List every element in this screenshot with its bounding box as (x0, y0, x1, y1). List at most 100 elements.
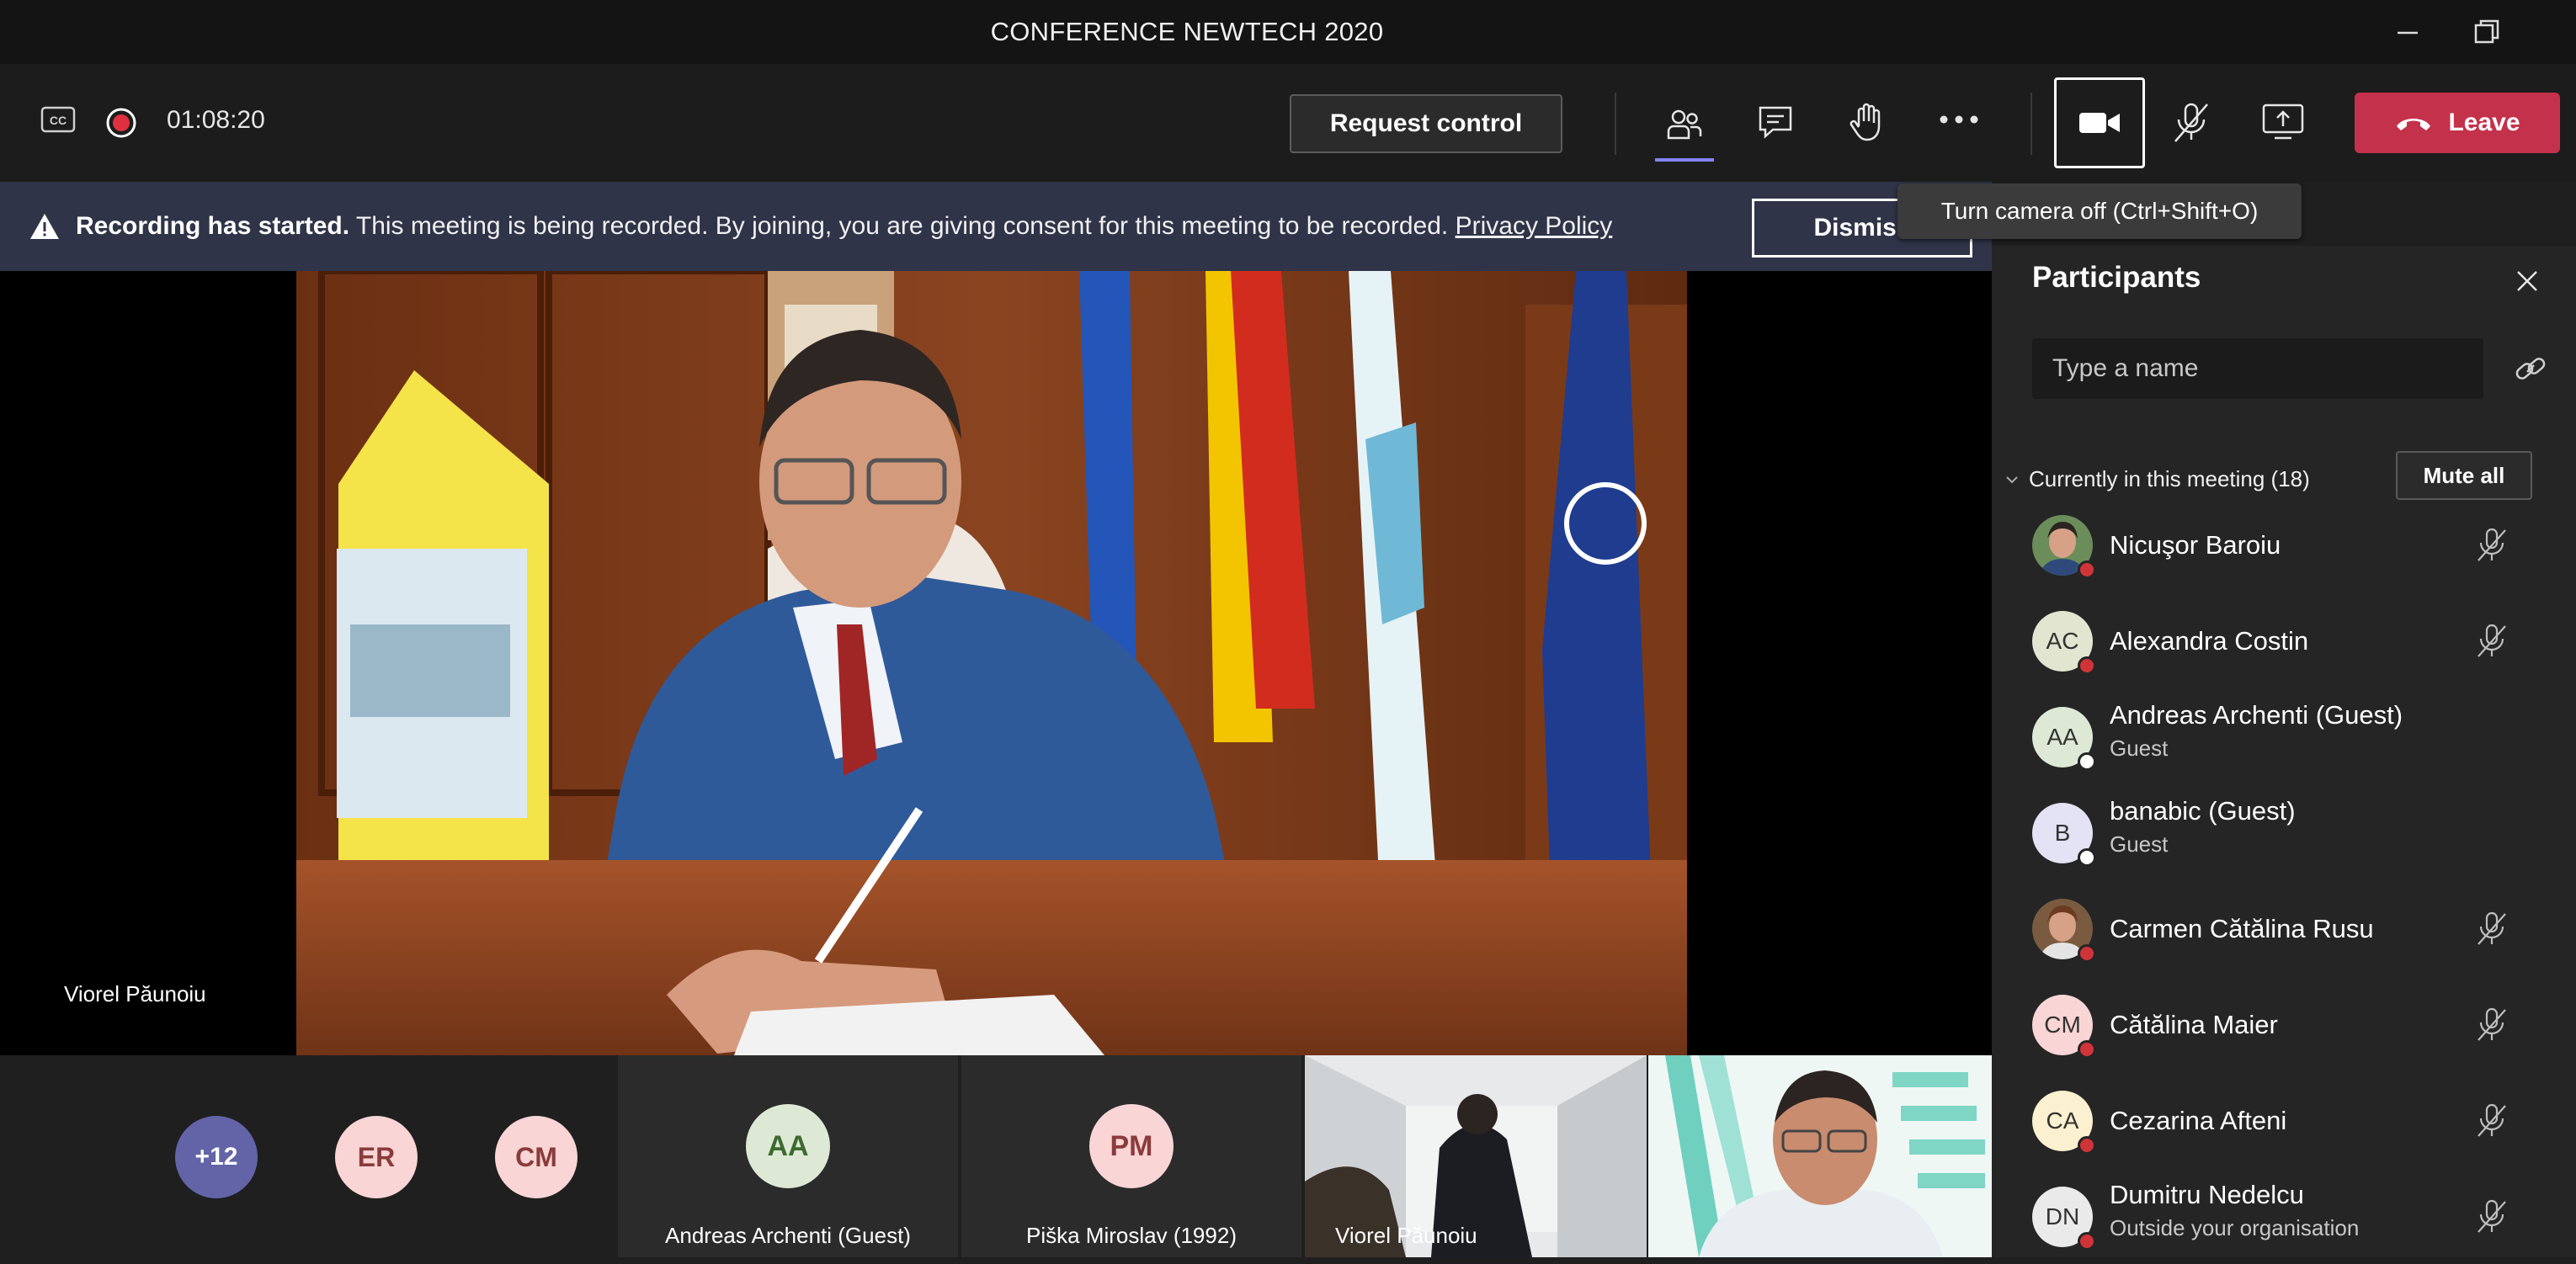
status-busy-icon (2078, 656, 2096, 675)
participant-mute-button[interactable] (2475, 911, 2509, 948)
participant-row[interactable]: AA Andreas Archenti (Guest) Guest (1992, 690, 2576, 784)
leave-button[interactable]: Leave (2355, 93, 2560, 153)
mic-off-icon (2174, 103, 2208, 142)
participant-row[interactable]: Carmen Cătălina Rusu (1992, 882, 2576, 976)
meeting-toolbar: CC 01:08:20 Request control Leave (0, 64, 2576, 182)
hang-up-icon (2397, 119, 2431, 130)
speaker-name-label: Viorel Păunoiu (64, 981, 206, 1006)
toolbar-divider (1615, 93, 1616, 155)
participant-subtitle: Guest (2110, 736, 2169, 761)
captions-button[interactable]: CC (40, 106, 76, 133)
participant-row[interactable]: Bbanabic (Guest) Guest (1992, 786, 2576, 880)
in-meeting-section-header[interactable]: Currently in this meeting (18) (2005, 466, 2310, 492)
microphone-toggle-button[interactable] (2170, 101, 2212, 145)
restore-button[interactable] (2453, 0, 2520, 64)
participant-name: Dumitru Nedelcu (2110, 1180, 2304, 1209)
restore-icon (2474, 19, 2499, 44)
close-icon (2517, 271, 2537, 291)
section-label: Currently in this meeting (18) (2029, 466, 2310, 491)
participant-subtitle: Outside your organisation (2110, 1215, 2360, 1240)
toolbar-divider (2030, 93, 2032, 155)
participant-tile-name: Viorel Păunoiu (1335, 1223, 1477, 1248)
svg-text:CC: CC (50, 114, 67, 127)
participant-avatar-er[interactable]: ER (335, 1116, 418, 1198)
participant-name: banabic (Guest) (2110, 796, 2296, 826)
recording-banner: Recording has started. This meeting is b… (0, 182, 1992, 271)
camera-toggle-button[interactable] (2054, 77, 2145, 168)
participant-row[interactable]: DN Dumitru Nedelcu Outside your organisati… (1992, 1170, 2576, 1264)
speaker-video-frame (296, 271, 1687, 1055)
mic-off-icon (2478, 1007, 2506, 1041)
participant-tile-aa[interactable]: AA Andreas Archenti (Guest) (618, 1055, 958, 1257)
participants-icon (1667, 109, 1702, 140)
participant-avatar-cm[interactable]: CM (495, 1116, 577, 1198)
meeting-timer: 01:08:20 (167, 106, 265, 134)
self-view-video (1648, 1055, 1992, 1257)
self-view-tile[interactable] (1648, 1055, 1992, 1257)
mute-all-button[interactable]: Mute all (2396, 451, 2532, 500)
close-panel-button[interactable] (2510, 264, 2544, 298)
recording-message: Recording has started. This meeting is b… (76, 182, 1612, 271)
participant-mute-button[interactable] (2475, 623, 2509, 660)
participant-name: Carmen Cătălina Rusu (2110, 914, 2374, 943)
title-bar: CONFERENCE NEWTECH 2020 (0, 0, 2576, 64)
participant-row[interactable]: AC Alexandra Costin (1992, 594, 2576, 688)
more-actions-button[interactable] (1938, 111, 1980, 128)
mic-off-icon (2478, 624, 2506, 657)
participant-name: Cătălina Maier (2110, 1010, 2278, 1039)
captions-icon: CC (40, 106, 76, 133)
record-icon (106, 108, 136, 138)
link-icon (2515, 358, 2546, 380)
show-participants-button[interactable] (1655, 99, 1714, 150)
mic-off-icon (2478, 1103, 2506, 1137)
participant-mute-button[interactable] (2475, 1198, 2509, 1235)
participant-tile-name: Andreas Archenti (Guest) (665, 1223, 911, 1248)
minimize-icon (2398, 31, 2418, 35)
mic-off-icon (2478, 528, 2506, 561)
minimize-button[interactable] (2374, 0, 2441, 64)
share-invite-button[interactable] (2514, 353, 2547, 384)
chat-icon (1759, 106, 1792, 139)
leave-label: Leave (2448, 109, 2520, 136)
participant-mute-button[interactable] (2475, 527, 2509, 564)
participant-search-input[interactable] (2032, 338, 2483, 399)
more-icon (1940, 115, 1978, 124)
participant-name: Nicuşor Baroiu (2110, 530, 2281, 560)
warning-icon (30, 214, 59, 239)
participant-initials: B (2054, 820, 2071, 846)
participant-strip: +12 ER CM AA Andreas Archenti (Guest) PM… (0, 1055, 1992, 1257)
participant-name: Andreas Archenti (Guest) (2110, 700, 2403, 730)
participant-mute-button[interactable] (2475, 1006, 2509, 1044)
mic-off-icon (2478, 1199, 2506, 1233)
show-conversation-button[interactable] (1756, 103, 1795, 141)
status-offline-icon (2078, 848, 2096, 867)
participants-panel: Participants Currently in this meeting (… (1992, 246, 2576, 1257)
status-offline-icon (2078, 752, 2096, 771)
participant-tile-video[interactable]: Viorel Păunoiu (1305, 1055, 1647, 1257)
recording-text: This meeting is being recorded. By joini… (349, 212, 1456, 240)
camera-icon (2079, 113, 2120, 133)
participant-initials: AA (2046, 724, 2078, 750)
main-video-stage: Viorel Păunoiu (0, 271, 1992, 1055)
participants-active-indicator (1655, 158, 1714, 162)
raise-hand-button[interactable] (1847, 101, 1887, 143)
participant-row[interactable]: CM Cătălina Maier (1992, 978, 2576, 1072)
chevron-down-icon (2006, 475, 2018, 483)
overflow-participants-bubble[interactable]: +12 (175, 1116, 258, 1198)
privacy-policy-link[interactable]: Privacy Policy (1456, 212, 1613, 240)
status-busy-icon (2078, 560, 2096, 579)
participant-tile-pm[interactable]: PM Piška Miroslav (1992) (961, 1055, 1301, 1257)
participant-initials: CA (2046, 1107, 2079, 1134)
recording-title: Recording has started. (76, 212, 350, 240)
request-control-button[interactable]: Request control (1290, 94, 1562, 153)
recording-indicator (104, 106, 138, 140)
panel-title: Participants (2032, 261, 2201, 294)
participant-row[interactable]: CA Cezarina Afteni (1992, 1074, 2576, 1168)
participant-mute-button[interactable] (2475, 1102, 2509, 1139)
share-content-button[interactable] (2261, 101, 2305, 141)
window-title: CONFERENCE NEWTECH 2020 (990, 17, 1384, 46)
participant-row[interactable]: Nicuşor Baroiu (1992, 498, 2576, 592)
participant-subtitle: Guest (2110, 831, 2169, 857)
status-busy-icon (2078, 944, 2096, 963)
participant-name: Cezarina Afteni (2110, 1106, 2287, 1135)
